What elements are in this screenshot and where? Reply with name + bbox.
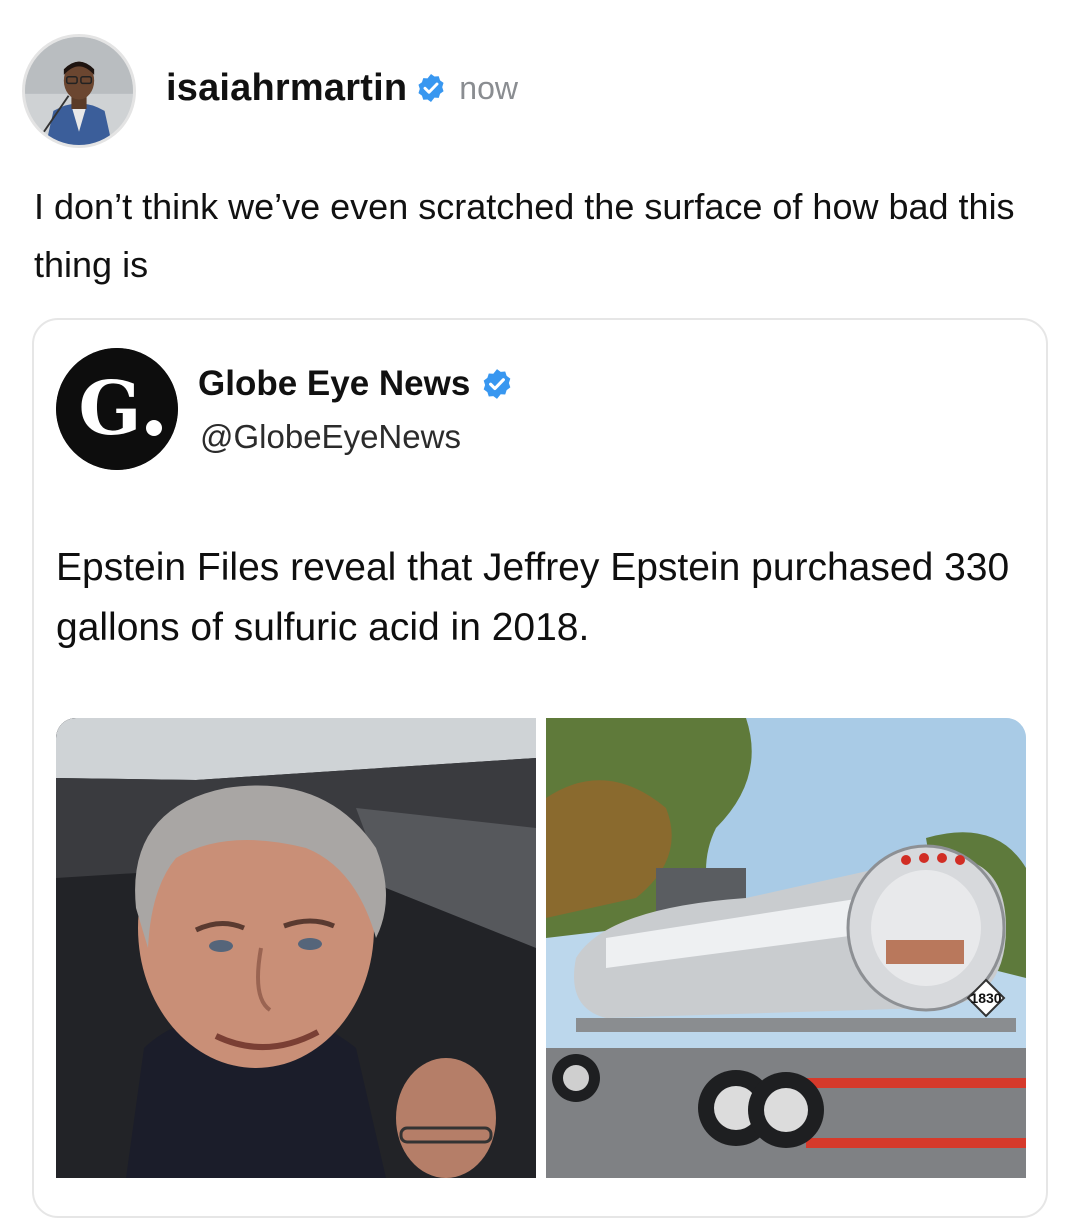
verified-badge-icon [480,367,514,401]
embedded-tweet-card[interactable]: G Globe Eye News @GlobeEyeNews Epstein F… [32,318,1048,1218]
username[interactable]: isaiahrmartin [166,67,407,110]
embed-account-name: Globe Eye News [198,364,514,404]
avatar[interactable] [22,34,136,148]
post-caption: I don’t think we’ve even scratched the s… [34,186,1015,285]
portrait-photo[interactable] [56,718,536,1178]
verified-badge-icon [415,72,447,104]
post-time: now [459,69,518,106]
truck-placard-number: 1830 [970,990,1001,1006]
globe-eye-news-logo[interactable]: G [56,348,178,470]
embed-tweet-text: Epstein Files reveal that Jeffrey Epstei… [56,546,1010,649]
post-header: isaiahrmartin now [22,30,518,152]
embed-display-name[interactable]: Globe Eye News [198,364,470,404]
svg-text:G: G [78,366,141,452]
embed-handle[interactable]: @GlobeEyeNews [200,418,461,456]
user-line: isaiahrmartin now [166,67,518,110]
tanker-truck-photo[interactable]: 1830 [546,718,1026,1178]
